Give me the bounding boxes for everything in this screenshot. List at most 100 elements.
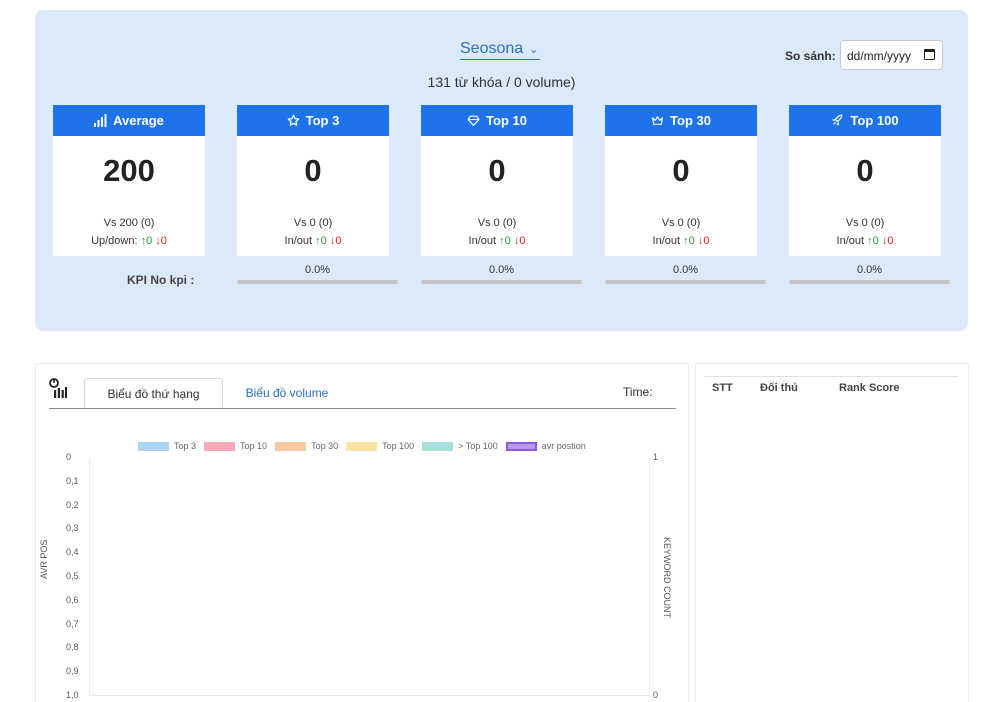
- compare-date-input[interactable]: dd/mm/yyyy: [840, 40, 943, 70]
- kpi-progress-bar: [605, 280, 766, 284]
- legend-label: Top 10: [240, 441, 268, 451]
- up-count: 0: [146, 235, 153, 247]
- column-competitor: Đối thủ: [760, 382, 798, 394]
- kpi-percent: 0.0%: [672, 264, 699, 276]
- tab-volume-chart[interactable]: Biểu đồ volume: [232, 378, 342, 409]
- tab-divider: [49, 408, 676, 409]
- card-value: 200: [103, 153, 155, 188]
- left-axis-tick: 0,5: [66, 571, 79, 581]
- card-vs-text: Vs 0 (0): [477, 217, 517, 229]
- legend-item[interactable]: avr postion: [505, 441, 586, 451]
- card-header: Top 10: [421, 105, 573, 136]
- legend-label: avr postion: [541, 441, 586, 451]
- card-title: Average: [113, 113, 164, 128]
- column-rank-score: Rank Score: [839, 382, 900, 394]
- left-axis-tick: 0,4: [66, 547, 79, 558]
- kpi-progress-top-100: 0.0%: [789, 264, 950, 284]
- card-change: In/out ↑0 ↓0: [237, 235, 389, 247]
- legend-label: Top 30: [311, 441, 339, 451]
- left-axis-tick: 0,8: [66, 642, 79, 653]
- change-label: In/out: [468, 235, 497, 247]
- legend-swatch: [204, 441, 236, 451]
- left-axis-tick: 1,0: [66, 690, 79, 700]
- legend-item[interactable]: Top 100: [346, 441, 414, 451]
- up-count: 0: [320, 235, 327, 247]
- plot-area: [89, 458, 650, 696]
- left-axis-tick: 0,2: [66, 499, 79, 510]
- card-vs-text: Vs 0 (0): [293, 217, 333, 229]
- kpi-progress-bar: [237, 280, 398, 284]
- project-name: Seosona: [460, 40, 524, 57]
- kpi-progress-top-10: 0.0%: [421, 264, 582, 284]
- down-count: 0: [160, 235, 167, 247]
- card-title: Top 30: [670, 113, 711, 128]
- project-select[interactable]: Seosona ⌄: [460, 40, 541, 60]
- stats-icon[interactable]: [49, 378, 67, 398]
- card-top-3: Top 3 0 Vs 0 (0) In/out ↑0 ↓0: [237, 105, 389, 256]
- card-change: In/out ↑0 ↓0: [421, 235, 573, 247]
- legend-swatch: [346, 441, 378, 451]
- left-axis-tick: 0: [66, 452, 72, 462]
- legend-label: Top 100: [382, 441, 415, 451]
- down-count: 0: [335, 235, 342, 247]
- card-header: Top 3: [237, 105, 389, 136]
- left-axis-tick: 0,9: [66, 666, 79, 677]
- left-axis-tick: 0,7: [66, 618, 79, 629]
- compare-label: So sánh:: [785, 49, 836, 63]
- card-top-10: Top 10 0 Vs 0 (0) In/out ↑0 ↓0: [421, 105, 573, 256]
- right-axis-tick: 1: [653, 452, 659, 462]
- right-axis-tick: 0: [653, 690, 659, 700]
- card-top-100: Top 100 0 Vs 0 (0) In/out ↑0 ↓0: [789, 105, 941, 256]
- time-label: Time:: [623, 385, 653, 399]
- card-vs-text: Vs 0 (0): [661, 217, 701, 229]
- card-value: 0: [856, 153, 874, 188]
- legend-label: > Top 100: [458, 441, 498, 451]
- card-title: Top 10: [486, 113, 527, 128]
- up-count: 0: [504, 235, 511, 247]
- card-value: 0: [672, 153, 690, 188]
- card-value: 0: [304, 153, 322, 188]
- card-title: Top 3: [305, 113, 340, 128]
- change-label: Up/down:: [91, 235, 138, 247]
- card-header: Top 100: [789, 105, 941, 136]
- summary-panel: Seosona ⌄ 131 từ khóa / 0 volume) So sánh…: [35, 10, 968, 331]
- kpi-percent: 0.0%: [856, 264, 883, 276]
- card-change: Up/down: ↑0 ↓0: [53, 235, 205, 247]
- card-change: In/out ↑0 ↓0: [605, 235, 757, 247]
- rank-score-panel: STT Đối thủ Rank Score: [695, 363, 969, 702]
- card-average: Average 200 Vs 200 (0) Up/down: ↑0 ↓0: [53, 105, 205, 256]
- left-axis-label: AVR POS: [39, 539, 49, 579]
- left-axis-tick: 0,6: [66, 594, 79, 605]
- change-label: In/out: [652, 235, 681, 247]
- kpi-progress-bar: [789, 280, 950, 284]
- tab-rank-chart[interactable]: Biểu đồ thứ hạng: [84, 378, 223, 409]
- down-count: 0: [519, 235, 526, 247]
- crown-icon: [652, 116, 664, 125]
- star-icon: [287, 114, 299, 126]
- kpi-progress-top-3: 0.0%: [237, 264, 398, 284]
- keyword-count-text: 131 từ khóa / 0 volume): [427, 74, 576, 90]
- calendar-icon[interactable]: [924, 49, 935, 60]
- column-stt: STT: [712, 382, 733, 394]
- right-axis-label: KEYWORD COUNT: [662, 537, 672, 618]
- up-count: 0: [688, 235, 695, 247]
- bar-signal-icon: [94, 114, 107, 127]
- left-axis-tick: 0,1: [66, 475, 79, 486]
- kpi-percent: 0.0%: [304, 264, 331, 276]
- legend-item[interactable]: Top 3: [138, 441, 196, 451]
- card-top-30: Top 30 0 Vs 0 (0) In/out ↑0 ↓0: [605, 105, 757, 256]
- kpi-progress-top-30: 0.0%: [605, 264, 766, 284]
- diamond-icon: [467, 115, 480, 126]
- card-header: Average: [53, 105, 205, 136]
- card-title: Top 100: [850, 113, 899, 128]
- legend-item[interactable]: > Top 100: [422, 441, 498, 451]
- card-change: In/out ↑0 ↓0: [789, 235, 941, 247]
- legend-swatch: [138, 441, 169, 451]
- left-axis-tick: 0,3: [66, 523, 79, 534]
- card-vs-text: Vs 0 (0): [845, 217, 885, 229]
- legend-item[interactable]: Top 10: [204, 441, 267, 451]
- card-header: Top 30: [605, 105, 757, 136]
- legend-item[interactable]: Top 30: [275, 441, 338, 451]
- down-count: 0: [703, 235, 710, 247]
- legend-swatch: [422, 441, 454, 451]
